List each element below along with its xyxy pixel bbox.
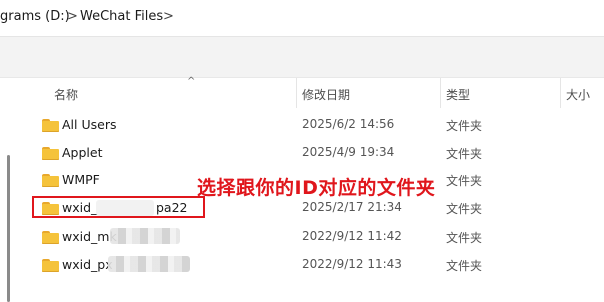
column-header-name[interactable]: 名称 bbox=[54, 86, 78, 103]
navigation-pane[interactable] bbox=[0, 78, 20, 302]
file-type: 文件夹 bbox=[446, 202, 483, 216]
column-header-size[interactable]: 大小 bbox=[566, 86, 590, 103]
file-type: 文件夹 bbox=[446, 259, 483, 273]
file-date: 2025/2/17 21:34 bbox=[302, 200, 402, 214]
file-date: 2025/6/2 14:56 bbox=[302, 117, 395, 131]
file-type: 文件夹 bbox=[446, 174, 483, 188]
folder-icon bbox=[42, 147, 59, 160]
file-date: 2022/9/12 11:43 bbox=[302, 257, 402, 271]
file-name-prefix: wxid_mk bbox=[62, 229, 117, 244]
column-divider[interactable] bbox=[560, 78, 561, 108]
file-row[interactable]: wxid_px 2022/9/12 11:43 文件夹 bbox=[20, 251, 604, 279]
address-bar[interactable]: grams (D:) > WeChat Files > bbox=[0, 0, 604, 37]
folder-icon bbox=[42, 174, 59, 187]
breadcrumb-folder[interactable]: WeChat Files bbox=[80, 9, 163, 24]
command-toolbar bbox=[0, 37, 604, 78]
folder-icon bbox=[42, 119, 59, 132]
file-row[interactable]: Applet 2025/4/9 19:34 文件夹 bbox=[20, 139, 604, 167]
column-divider[interactable] bbox=[440, 78, 441, 108]
file-type: 文件夹 bbox=[446, 147, 483, 161]
folder-icon bbox=[42, 231, 59, 244]
column-header-date[interactable]: 修改日期 bbox=[302, 86, 350, 103]
breadcrumb-separator-icon[interactable]: > bbox=[67, 9, 78, 24]
column-header-row: ^ 名称 修改日期 类型 大小 bbox=[20, 76, 604, 108]
file-type: 文件夹 bbox=[446, 119, 483, 133]
breadcrumb-drive[interactable]: grams (D:) bbox=[0, 9, 70, 24]
file-row[interactable]: wxid_mk 2022/9/12 11:42 文件夹 bbox=[20, 223, 604, 251]
file-name: All Users bbox=[62, 117, 117, 132]
file-date: 2025/4/9 19:34 bbox=[302, 145, 395, 159]
file-name-prefix: wxid_px bbox=[62, 257, 113, 272]
folder-icon bbox=[42, 259, 59, 272]
sort-ascending-icon[interactable]: ^ bbox=[187, 76, 195, 87]
file-row[interactable]: All Users 2025/6/2 14:56 文件夹 bbox=[20, 111, 604, 139]
breadcrumb-separator-icon[interactable]: > bbox=[163, 9, 174, 24]
file-type: 文件夹 bbox=[446, 231, 483, 245]
file-name: Applet bbox=[62, 145, 103, 160]
column-header-type[interactable]: 类型 bbox=[446, 86, 470, 103]
file-date: 2022/9/12 11:42 bbox=[302, 229, 402, 243]
scrollbar-thumb[interactable] bbox=[7, 155, 10, 302]
annotation-text: 选择跟你的ID对应的文件夹 bbox=[197, 177, 436, 199]
file-name: WMPF bbox=[62, 172, 100, 187]
column-divider[interactable] bbox=[296, 78, 297, 108]
redacted-text bbox=[108, 256, 190, 272]
highlight-box bbox=[32, 196, 205, 218]
redacted-text bbox=[110, 228, 180, 244]
